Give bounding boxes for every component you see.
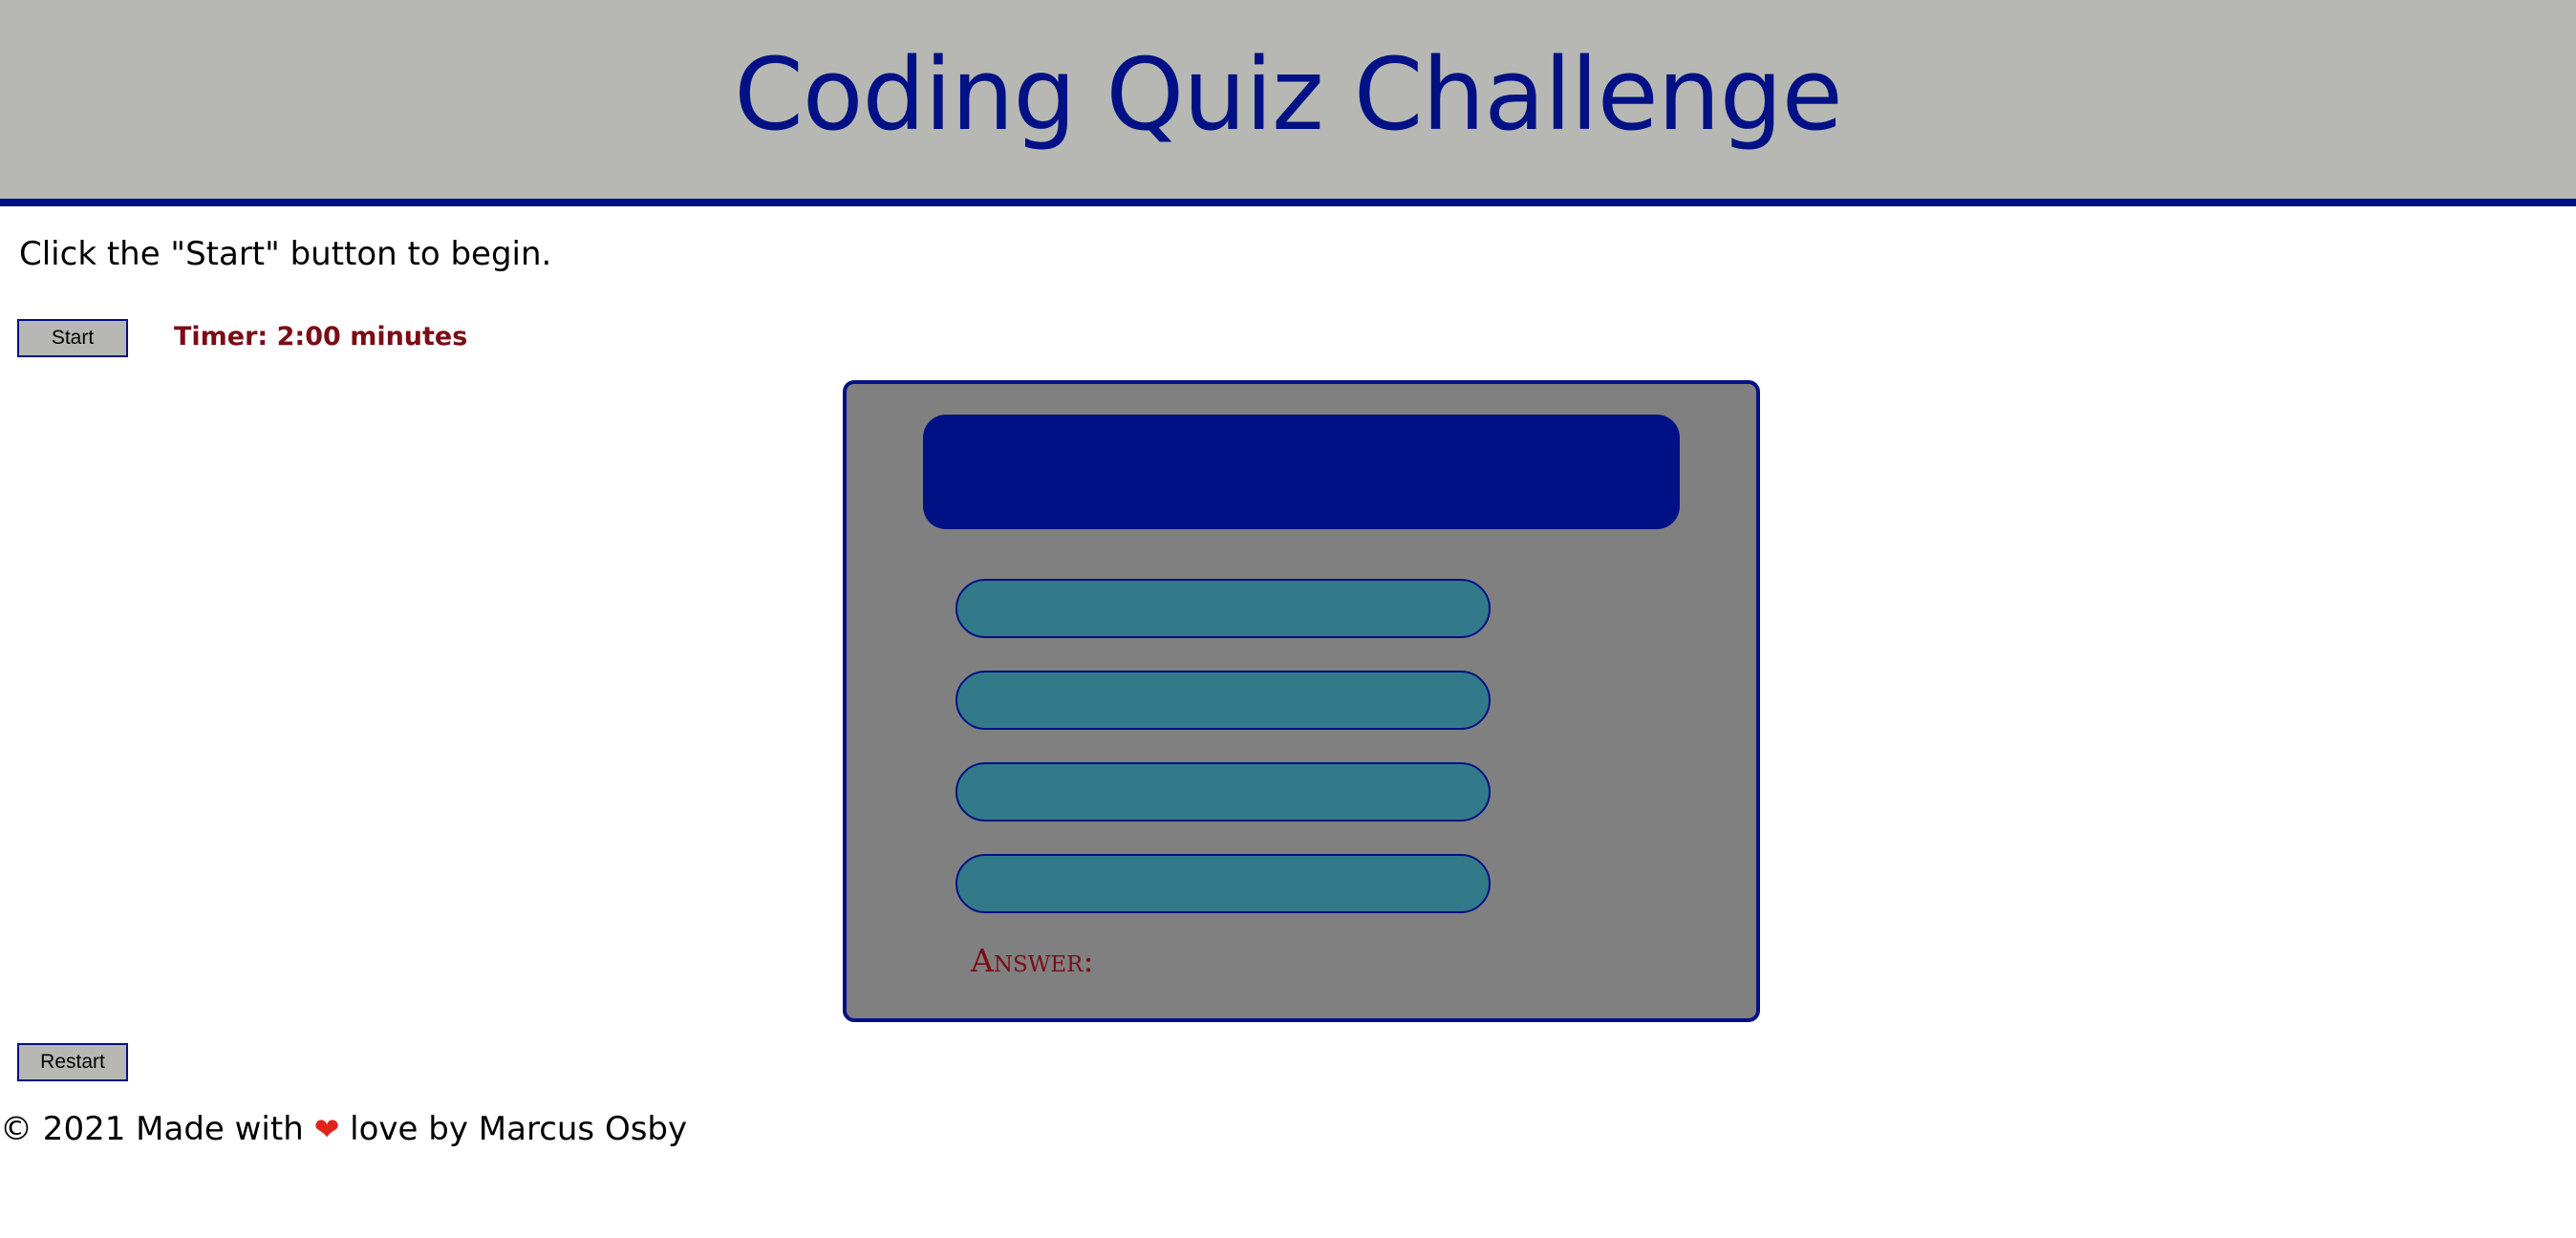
- answer-choice-3[interactable]: [955, 762, 1491, 822]
- timer-display: Timer: 2:00 minutes: [174, 322, 468, 352]
- answer-choice-2[interactable]: [955, 671, 1491, 730]
- quiz-card: Answer:: [843, 380, 1760, 1022]
- heart-icon: ❤: [313, 1111, 340, 1147]
- restart-button[interactable]: Restart: [17, 1043, 128, 1081]
- footer: © 2021 Made with ❤ love by Marcus Osby: [0, 1110, 687, 1148]
- footer-suffix: love by Marcus Osby: [339, 1110, 688, 1148]
- instructions-text: Click the "Start" button to begin.: [19, 235, 552, 273]
- page-header: Coding Quiz Challenge: [0, 0, 2576, 206]
- question-box: [923, 415, 1680, 529]
- footer-prefix: © 2021 Made with: [0, 1110, 314, 1148]
- answer-choice-1[interactable]: [955, 579, 1491, 638]
- answer-choice-4[interactable]: [955, 854, 1491, 913]
- page-title: Coding Quiz Challenge: [734, 36, 1842, 153]
- answer-label: Answer:: [971, 942, 1094, 979]
- start-button[interactable]: Start: [17, 319, 128, 357]
